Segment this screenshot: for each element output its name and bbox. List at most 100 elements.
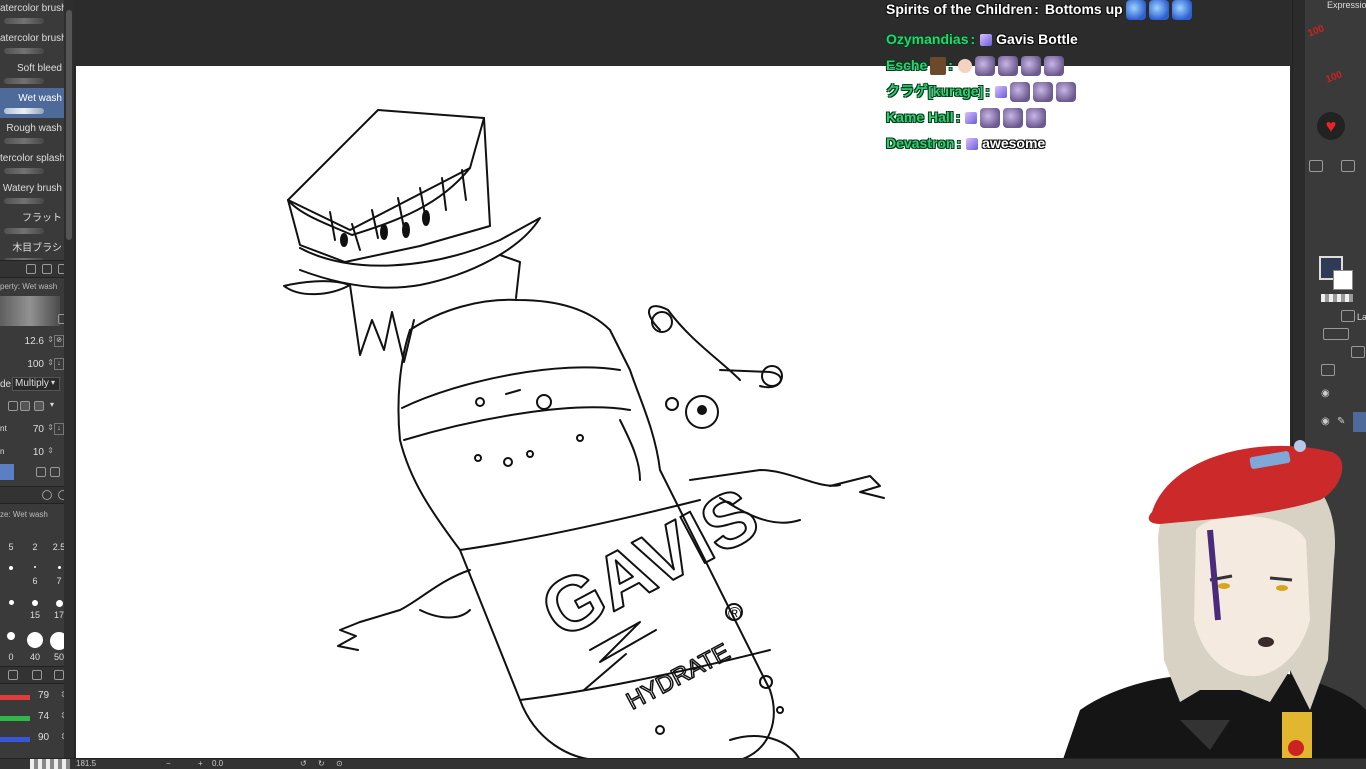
chat-emote-icon [1125,0,1146,21]
chat-username: Kame Hall [886,109,954,125]
color-chip[interactable] [0,464,14,480]
size-dynamics-button[interactable]: ⊘ [54,335,64,347]
new-brush-icon[interactable] [26,264,36,274]
bottle-sub-text: HYDRATE [622,638,734,715]
brush-stroke-preview [4,108,44,114]
spinner-icon[interactable]: ⇕ [47,423,54,432]
chat-username: Devastron [886,135,955,151]
amount-value[interactable]: 70 [33,424,44,435]
bottle-brand-text: GAVIS [528,472,772,655]
panel-menu-icon[interactable] [1309,160,1323,172]
spinner-icon[interactable]: ⇕ [47,335,54,344]
brush-item[interactable]: atercolor brush [0,0,64,28]
brush-size-dot [55,600,63,607]
amount-row[interactable]: nt 70 ⇕ ↓ [0,421,72,439]
tool-property-title: perty: Wet wash [0,282,58,291]
color-slider-bar[interactable] [0,695,30,700]
density-row[interactable]: n 10 ⇕ [0,444,72,462]
reset-icon[interactable] [50,467,60,477]
color-slider-icon[interactable] [54,670,64,680]
expression-panel-label: Expressio [1327,0,1366,10]
color-slider-bar[interactable] [0,737,30,742]
color-slider-value[interactable]: 74 [38,711,49,722]
chat-separator: : [1034,1,1039,17]
chevron-right-icon[interactable] [36,467,46,477]
opacity-value[interactable]: 100 [27,359,44,370]
blend-mode-select[interactable] [1323,328,1349,340]
color-slider-row[interactable]: 74⇕ [0,709,72,727]
layer-panel-label: Lay [1357,312,1366,322]
brush-item[interactable]: Rough wash [0,118,64,148]
spinner-icon[interactable]: ⇕ [47,446,54,455]
brush-size-row[interactable]: 12.6 ⇕ ⊘ [0,333,72,351]
color-slider-row[interactable]: 90⇕ [0,730,72,748]
avatar-eye-right [1269,576,1293,582]
layer-option-icon[interactable] [1351,346,1365,358]
chat-badge-icon [980,34,993,47]
chat-message-text: Bottoms up [1044,1,1123,17]
chat-message: Ozymandias: Gavis Bottle [886,28,1078,50]
brush-stroke-preview [4,168,44,174]
chat-separator: : [970,31,976,47]
duplicate-brush-icon[interactable] [42,264,52,274]
chat-message-text: Gavis Bottle [996,31,1078,47]
brush-size-dot [57,566,61,569]
brush-item[interactable]: Watery brush [0,178,64,208]
settings-icon[interactable] [42,490,52,500]
texture-icon[interactable] [34,401,44,411]
color-slider-value[interactable]: 79 [38,690,49,701]
heart-icon: ♥ [1317,112,1345,140]
color-slider-row[interactable]: 79⇕ [0,688,72,706]
color-wheel-icon[interactable] [8,670,18,680]
sidebar-scrollbar[interactable] [64,0,74,768]
chat-username: クラゲ[kurage] [886,83,984,99]
brush-item[interactable]: Soft bleed [0,58,64,88]
transparent-color-swatch[interactable] [1321,294,1353,302]
brush-item-label: Wet wash [18,93,62,104]
chevron-down-icon[interactable]: ▾ [51,378,55,387]
brush-item[interactable]: フラット [0,208,64,238]
chevron-down-icon[interactable]: ▾ [50,400,54,409]
eye-icon[interactable]: ◉ [1321,388,1330,399]
chat-separator: : [955,109,961,125]
amount-dynamics-button[interactable]: ↓ [54,423,64,435]
brush-size-label: 40 [29,652,40,662]
brush-item-label: atercolor brush [0,3,64,14]
brush-stroke-preview [4,48,44,54]
spinner-icon[interactable]: ⇕ [47,358,54,367]
sticker-icon: 100 [1324,69,1344,86]
sub-color-swatch[interactable] [1333,270,1353,290]
brush-stroke-preview [4,18,44,24]
texture-icon[interactable] [20,401,30,411]
chat-emote-icon [1032,82,1053,103]
brush-item[interactable]: Wet wash [0,88,64,118]
brush-list-toolbar [0,260,72,278]
blend-mode-row[interactable]: de Multiply ▾ [0,376,72,394]
vtuber-avatar [1060,440,1366,768]
color-slider-value[interactable]: 90 [38,732,49,743]
color-slider-bar[interactable] [0,716,30,721]
chat-emote-icon [1026,108,1047,129]
top-hat-drawing [283,109,541,363]
density-value[interactable]: 10 [33,447,44,458]
brush-item[interactable]: atercolor brush [0,28,64,58]
chat-emote-icon [1148,0,1169,21]
color-set-icon[interactable] [32,670,42,680]
opacity-row[interactable]: 100 ⇕ ↓ [0,356,72,374]
opacity-dynamics-button[interactable]: ↓ [54,358,64,370]
brush-item[interactable]: tercolor splash [0,148,64,178]
layer-menu-icon[interactable] [1321,364,1335,376]
layers-icon[interactable] [1341,310,1355,322]
brush-item-label: atercolor brush [0,33,64,44]
chat-badge-icon [994,86,1007,99]
brush-size-dot [27,632,43,648]
texture-icon[interactable] [8,401,18,411]
brush-size-value[interactable]: 12.6 [25,336,44,347]
chat-username: Spirits of the Children [886,1,1033,17]
avatar-iris-right [1276,585,1288,591]
panel-option-icon[interactable] [1341,160,1355,172]
scrollbar-thumb[interactable] [66,10,72,240]
amount-label: nt [0,424,7,433]
chat-emote-icon [997,56,1018,77]
blend-mode-label: de [0,379,12,390]
